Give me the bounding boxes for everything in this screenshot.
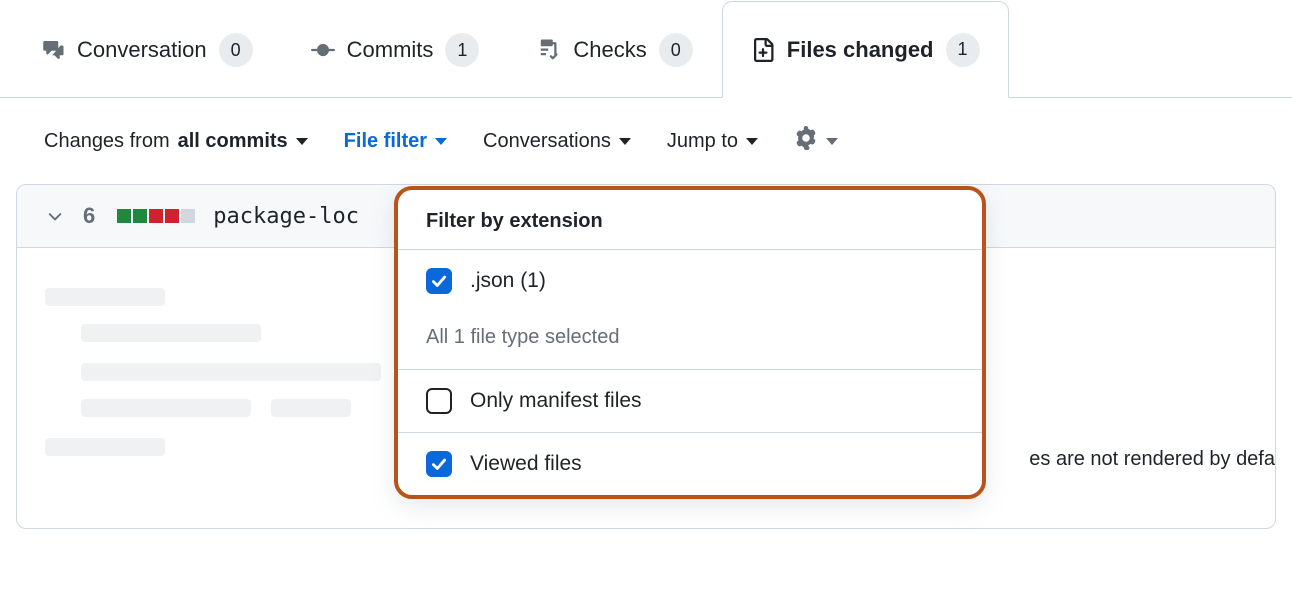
checkbox-unchecked-icon[interactable] [426, 388, 452, 414]
diffstat-count: 6 [83, 203, 95, 229]
filter-extension-json[interactable]: .json (1) [398, 250, 982, 312]
diffstat-blocks [117, 209, 195, 223]
tab-counter: 1 [946, 33, 980, 67]
chevron-down-icon[interactable] [45, 206, 65, 226]
caret-down-icon [435, 138, 447, 145]
git-commit-icon [311, 38, 335, 62]
tab-commits[interactable]: Commits 1 [282, 1, 509, 98]
checkbox-checked-icon[interactable] [426, 268, 452, 294]
skeleton-line [45, 288, 165, 306]
comment-discussion-icon [41, 38, 65, 62]
tab-files-changed[interactable]: Files changed 1 [722, 1, 1009, 98]
tab-conversation[interactable]: Conversation 0 [12, 1, 282, 98]
skeleton-line [81, 324, 261, 342]
filter-viewed-files-label: Viewed files [470, 452, 582, 476]
file-filter-label: File filter [344, 130, 427, 153]
caret-down-icon [826, 138, 838, 145]
jump-to-dropdown[interactable]: Jump to [667, 130, 758, 153]
diff-del-block [149, 209, 163, 223]
tab-counter: 0 [219, 33, 253, 67]
skeleton-line [45, 438, 165, 456]
filter-summary: All 1 file type selected [398, 312, 982, 369]
diff-add-block [133, 209, 147, 223]
caret-down-icon [746, 138, 758, 145]
conversations-label: Conversations [483, 130, 611, 153]
filter-only-manifest-label: Only manifest files [470, 389, 642, 413]
gear-icon [794, 126, 818, 156]
conversations-dropdown[interactable]: Conversations [483, 130, 631, 153]
skeleton-line [271, 399, 351, 417]
caret-down-icon [619, 138, 631, 145]
skeleton-line [81, 363, 381, 381]
diff-toolbar: Changes from all commits File filter Con… [0, 98, 1292, 184]
caret-down-icon [296, 138, 308, 145]
tab-label: Conversation [77, 37, 207, 63]
changes-from-dropdown[interactable]: Changes from all commits [44, 130, 308, 153]
changes-from-value: all commits [178, 130, 288, 153]
file-filter-menu: Filter by extension .json (1) All 1 file… [394, 186, 986, 499]
diff-del-block [165, 209, 179, 223]
diff-settings-dropdown[interactable] [794, 126, 838, 156]
tab-counter: 1 [445, 33, 479, 67]
pr-tabs: Conversation 0 Commits 1 Checks 0 Files … [0, 0, 1292, 98]
not-rendered-message: es are not rendered by defa [1029, 448, 1275, 471]
diff-add-block [117, 209, 131, 223]
file-filter-dropdown[interactable]: File filter [344, 130, 447, 153]
diff-neutral-block [181, 209, 195, 223]
changes-from-prefix: Changes from [44, 130, 170, 153]
checkbox-checked-icon[interactable] [426, 451, 452, 477]
checklist-icon [537, 38, 561, 62]
filter-only-manifest[interactable]: Only manifest files [398, 369, 982, 432]
filter-extension-label: .json (1) [470, 269, 546, 293]
jump-to-label: Jump to [667, 130, 738, 153]
file-diff-icon [751, 38, 775, 62]
tab-label: Files changed [787, 37, 934, 63]
tab-label: Commits [347, 37, 434, 63]
tab-checks[interactable]: Checks 0 [508, 1, 721, 98]
tab-counter: 0 [659, 33, 693, 67]
filter-by-extension-title: Filter by extension [398, 190, 982, 250]
skeleton-line [81, 399, 251, 417]
tab-label: Checks [573, 37, 646, 63]
filter-viewed-files[interactable]: Viewed files [398, 432, 982, 495]
filename[interactable]: package-loc [213, 204, 359, 229]
